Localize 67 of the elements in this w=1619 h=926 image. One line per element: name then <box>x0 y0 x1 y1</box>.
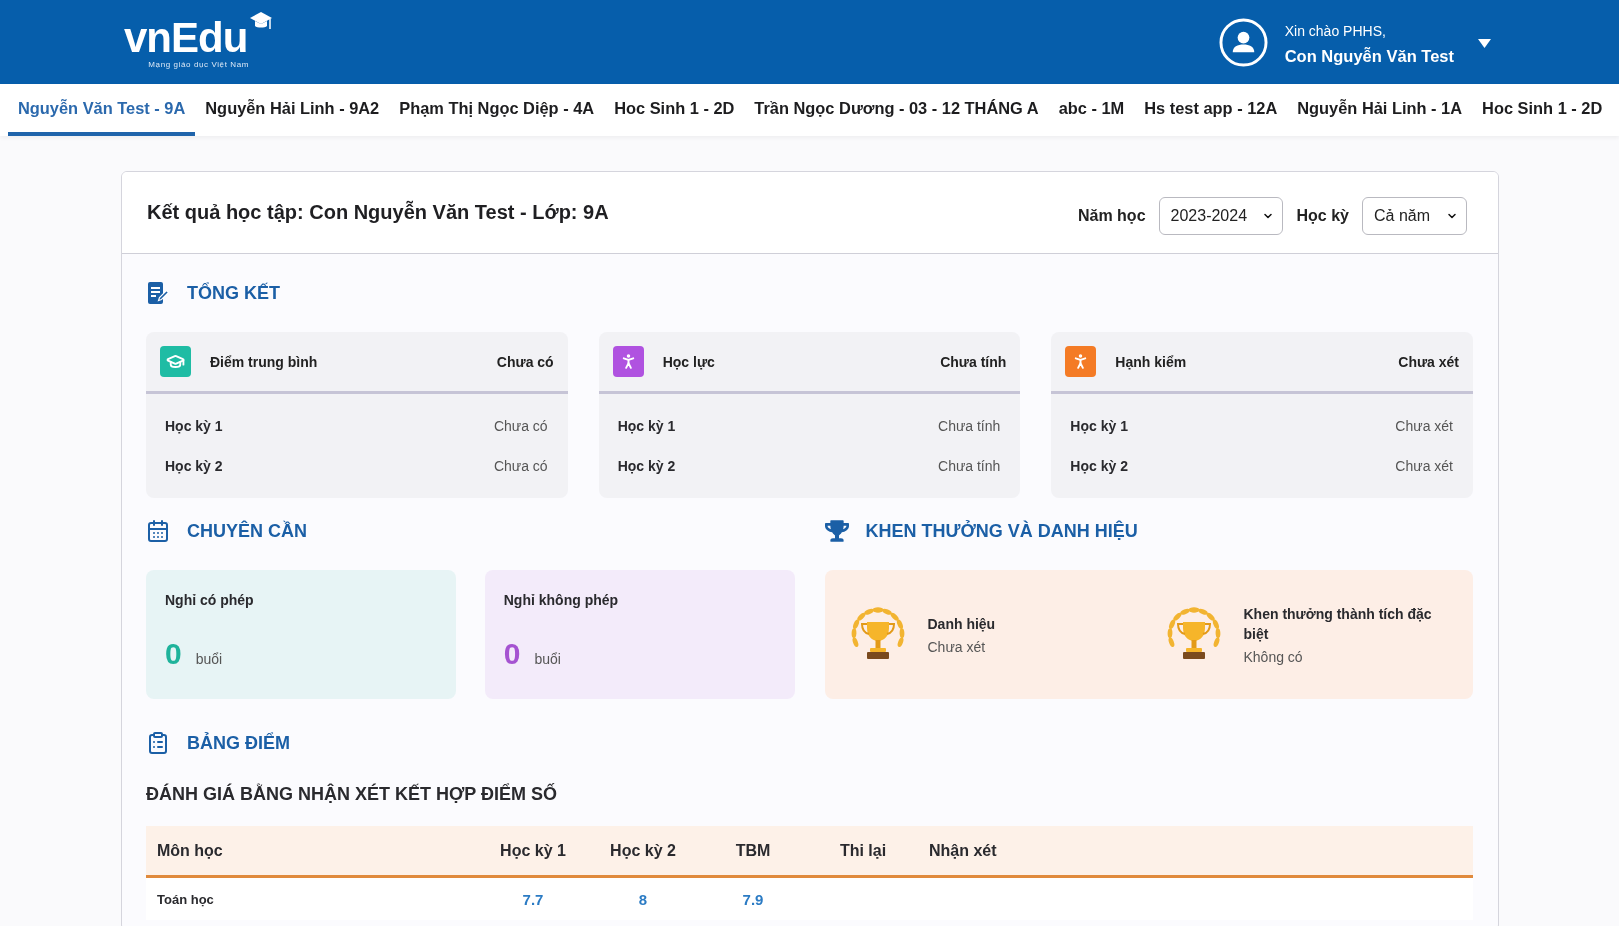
column-header: Học kỳ 2 <box>609 841 677 860</box>
attendance-unit: buổi <box>195 651 223 667</box>
term-value: Chưa có <box>493 418 548 434</box>
term-value: Chưa xét <box>1395 458 1453 474</box>
term-value: Chưa xét <box>1395 418 1453 434</box>
student-tab[interactable]: Hoc Sinh 1 - 2D <box>1472 84 1613 136</box>
logo-tagline: Mạng giáo dục Việt Nam <box>148 59 249 70</box>
student-tab[interactable]: Nguyễn Hải Linh - 9A2 <box>195 84 390 136</box>
student-tab[interactable]: abc - 1M <box>1048 84 1135 136</box>
summary-value: Chưa có <box>496 353 554 370</box>
caret-icon[interactable] <box>1478 39 1491 49</box>
avatar-icon[interactable] <box>1218 17 1268 67</box>
summary-label: Học lực <box>662 353 715 370</box>
trophy-icon <box>824 519 849 543</box>
section-heading: KHEN THƯỞNG VÀ DANH HIỆU <box>865 520 1138 542</box>
section-heading: CHUYÊN CẦN <box>187 520 307 542</box>
filter-select[interactable]: Cả năm <box>1362 196 1467 235</box>
student-tab[interactable]: Nguyễn Văn Test - 9A <box>8 84 196 136</box>
term-label: Học kỳ 2 <box>1070 458 1128 474</box>
student-tab[interactable]: Nguyễn Hải Linh - 1A <box>1287 84 1473 136</box>
attendance-unit: buổi <box>534 651 561 667</box>
logo-text: vnEdu <box>124 16 249 59</box>
term-label: Học kỳ 2 <box>617 458 676 474</box>
section-heading: BẢNG ĐIỂM <box>187 732 290 754</box>
student-tab[interactable]: Trần Ngọc Dương - 03 - 12 THÁNG A <box>744 84 1049 136</box>
filter-select[interactable]: 2023-2024 <box>1158 196 1283 235</box>
calendar-icon <box>146 519 170 543</box>
results-title: Kết quả học tập: Con Nguyễn Văn Test - Lớp: 9A <box>147 201 609 224</box>
subject-cell-text: Toán học <box>156 891 215 907</box>
student-tab[interactable]: Hoc Sinh 1 - 2D <box>604 84 745 136</box>
column-header: Môn học <box>156 841 224 860</box>
attendance-count: 0 <box>165 637 182 671</box>
student-tab[interactable]: Phạm Thị Ngọc Diệp - 4A <box>389 84 605 136</box>
summary-label: Điểm trung bình <box>210 353 318 370</box>
term-label: Học kỳ 2 <box>165 458 223 474</box>
term-label: Học kỳ 1 <box>617 418 676 434</box>
attendance-label: Nghỉ có phép <box>165 592 255 608</box>
grade-cell-text: 7.7 <box>521 890 545 908</box>
award-value: Không có <box>1243 649 1304 665</box>
term-value: Chưa tính <box>938 458 1001 474</box>
greeting-text: Xin chào PHHS, <box>1284 22 1387 39</box>
grades-subtitle: ĐÁNH GIÁ BẰNG NHẬN XÉT KẾT HỢP ĐIỂM SỐ <box>146 782 559 806</box>
summary-label: Hạnh kiểm <box>1115 353 1187 370</box>
edit-document-icon <box>146 281 170 305</box>
term-label: Học kỳ 1 <box>165 418 223 434</box>
column-header: Học kỳ 1 <box>499 841 567 860</box>
grade-cell-text: 8 <box>637 890 649 908</box>
award-value: Chưa xét <box>927 639 987 655</box>
section-heading: TỔNG KẾT <box>187 282 280 304</box>
column-header: Thi lại <box>838 841 888 860</box>
term-value: Chưa có <box>493 458 548 474</box>
filter-label: Năm học <box>1077 206 1146 225</box>
award-title: Khen thưởng thành tích đặc biệt <box>1243 605 1433 644</box>
column-header: TBM <box>734 841 772 860</box>
user-name: Con Nguyễn Văn Test <box>1284 46 1454 66</box>
attendance-label: Nghỉ không phép <box>503 592 620 608</box>
column-header: Nhận xét <box>928 841 998 860</box>
filter-label: Học kỳ <box>1296 206 1349 225</box>
term-label: Học kỳ 1 <box>1070 418 1128 434</box>
award-title: Danh hiệu <box>927 615 996 634</box>
summary-value: Chưa tính <box>940 353 1007 370</box>
attendance-count: 0 <box>503 637 521 671</box>
term-value: Chưa tính <box>938 418 1001 434</box>
grade-cell-text: 7.9 <box>741 890 765 908</box>
clipboard-list-icon <box>146 731 170 755</box>
student-tab[interactable]: Hs test app - 12A <box>1134 84 1288 136</box>
summary-value: Chưa xét <box>1398 353 1459 370</box>
